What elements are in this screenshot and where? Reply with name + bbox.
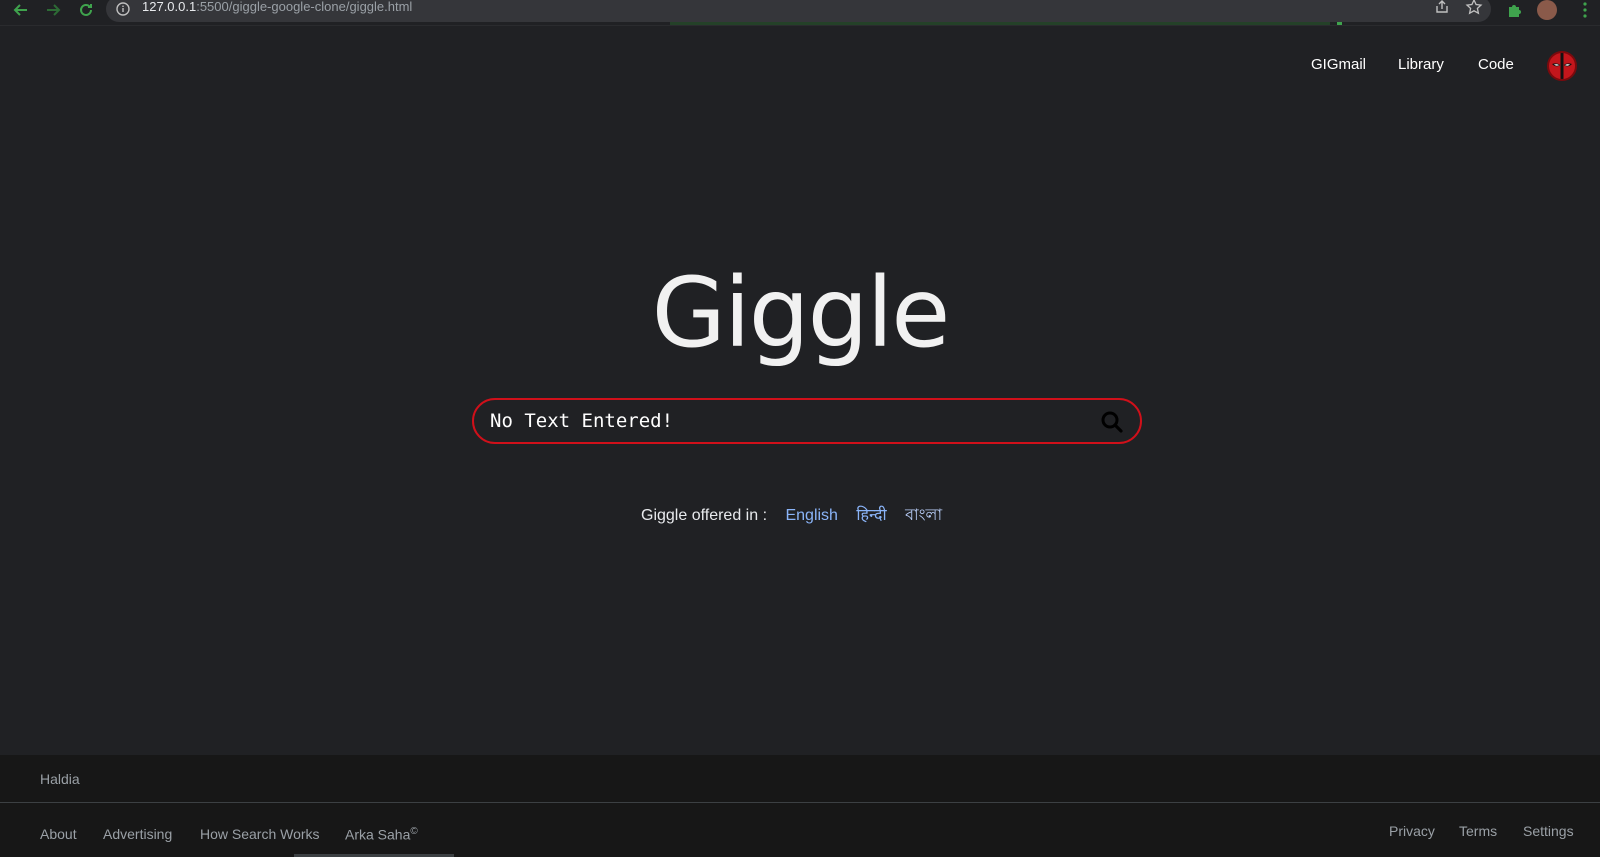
- loading-bar: [670, 22, 1330, 25]
- forward-button[interactable]: [42, 0, 64, 20]
- back-button[interactable]: [10, 0, 32, 20]
- gigmail-link[interactable]: GIGmail: [1311, 56, 1366, 73]
- footer-about-link[interactable]: About: [40, 826, 77, 842]
- copyright-mark: ©: [410, 826, 418, 837]
- footer-settings-link[interactable]: Settings: [1523, 823, 1574, 839]
- arrow-right-icon: [47, 4, 61, 16]
- search-input[interactable]: [488, 407, 1068, 435]
- arrow-left-icon: [13, 4, 27, 16]
- giggle-logo: Giggle: [651, 257, 951, 369]
- user-avatar[interactable]: [1547, 51, 1577, 81]
- footer-terms-link[interactable]: Terms: [1459, 823, 1497, 839]
- footer-advertising-link[interactable]: Advertising: [103, 826, 172, 842]
- language-selector: Giggle offered in : English हिन्दी বাংলা: [641, 502, 942, 529]
- language-hindi-link[interactable]: हिन्दी: [856, 507, 886, 524]
- share-icon[interactable]: [1433, 0, 1451, 16]
- languages-label: Giggle offered in :: [641, 507, 768, 524]
- code-link[interactable]: Code: [1478, 56, 1514, 73]
- search-icon[interactable]: [1100, 410, 1124, 434]
- menu-dots-icon[interactable]: [1575, 0, 1595, 20]
- reload-icon: [80, 3, 92, 16]
- deadpool-mask-icon: [1552, 53, 1572, 79]
- url-host: 127.0.0.1: [142, 0, 197, 14]
- footer-divider: [0, 802, 1600, 803]
- footer-location: Haldia: [40, 771, 80, 787]
- search-box: [472, 398, 1142, 444]
- loading-indicator: [1337, 22, 1342, 25]
- info-icon[interactable]: [116, 2, 130, 16]
- address-bar[interactable]: 127.0.0.1:5500/giggle-google-clone/giggl…: [106, 0, 1491, 22]
- library-link[interactable]: Library: [1398, 56, 1444, 73]
- profile-avatar[interactable]: [1537, 0, 1557, 20]
- browser-toolbar: 127.0.0.1:5500/giggle-google-clone/giggl…: [0, 0, 1600, 26]
- bookmark-star-icon[interactable]: [1465, 0, 1483, 16]
- footer-author-name: Arka Saha: [345, 826, 411, 843]
- address-url[interactable]: 127.0.0.1:5500/giggle-google-clone/giggl…: [142, 0, 412, 14]
- language-english-link[interactable]: English: [785, 507, 837, 524]
- reload-button[interactable]: [75, 0, 97, 20]
- footer-privacy-link[interactable]: Privacy: [1389, 823, 1435, 839]
- extensions-icon[interactable]: [1505, 0, 1525, 20]
- footer-author[interactable]: Arka Saha©: [345, 826, 418, 843]
- url-path: :5500/giggle-google-clone/giggle.html: [196, 0, 413, 14]
- language-bengali-link[interactable]: বাংলা: [905, 507, 942, 524]
- footer: Haldia About Advertising How Search Work…: [0, 755, 1600, 857]
- footer-how-search-works-link[interactable]: How Search Works: [200, 826, 320, 842]
